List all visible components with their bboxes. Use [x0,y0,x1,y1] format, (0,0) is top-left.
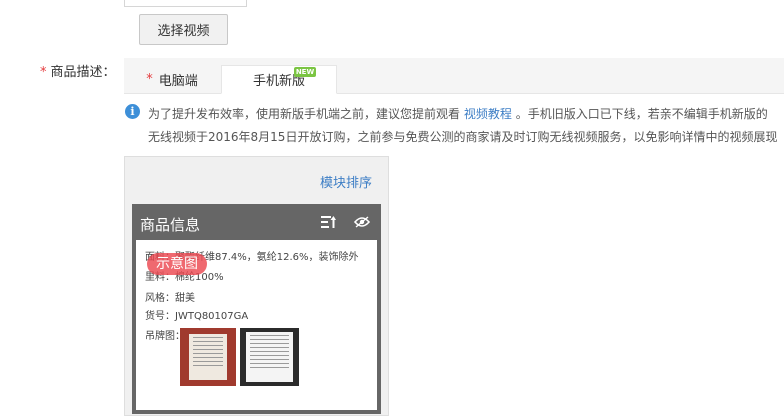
sample-badge: 示意图 [147,253,207,275]
required-mark: * [40,65,47,80]
attr-style: 风格：甜美 [145,293,195,304]
tab-pc-label: 电脑端 [158,74,198,89]
tab-mobile[interactable]: 手机新版 [221,65,337,94]
hangtag-image-2 [240,328,299,386]
notice-text: 为了提升发布效率，使用新版手机端之前，建议您提前观看 [148,107,461,121]
attr-item-no: 货号：JWTQ80107GA [145,311,249,322]
module-sort-link[interactable]: 模块排序 [320,172,372,191]
new-badge: NEW [294,67,316,77]
attr-hangtag: 吊牌图： [145,331,185,342]
module-title: 商品信息 [140,216,201,234]
required-mark: * [146,72,153,87]
description-label: * 商品描述： [40,61,116,80]
video-tutorial-link[interactable]: 视频教程 [464,107,512,121]
tab-pc[interactable]: * 电脑端 [128,65,216,94]
info-icon: i [125,104,140,119]
description-label-text: 商品描述： [50,65,116,80]
notice-line-1: 为了提升发布效率，使用新版手机端之前，建议您提前观看 视频教程 。手机旧版入口已… [148,105,768,122]
notice-text: 。手机旧版入口已下线，若亲不编辑手机新版的 [515,107,768,121]
sort-icon[interactable] [320,214,336,230]
video-upload-box [124,0,247,7]
eye-icon[interactable] [354,216,370,228]
select-video-button[interactable]: 选择视频 [139,14,228,45]
hangtag-image-1 [180,328,236,386]
notice-line-2: 无线视频于2016年8月15日开放订购，之前参与免费公测的商家请及时订购无线视频… [148,130,778,144]
